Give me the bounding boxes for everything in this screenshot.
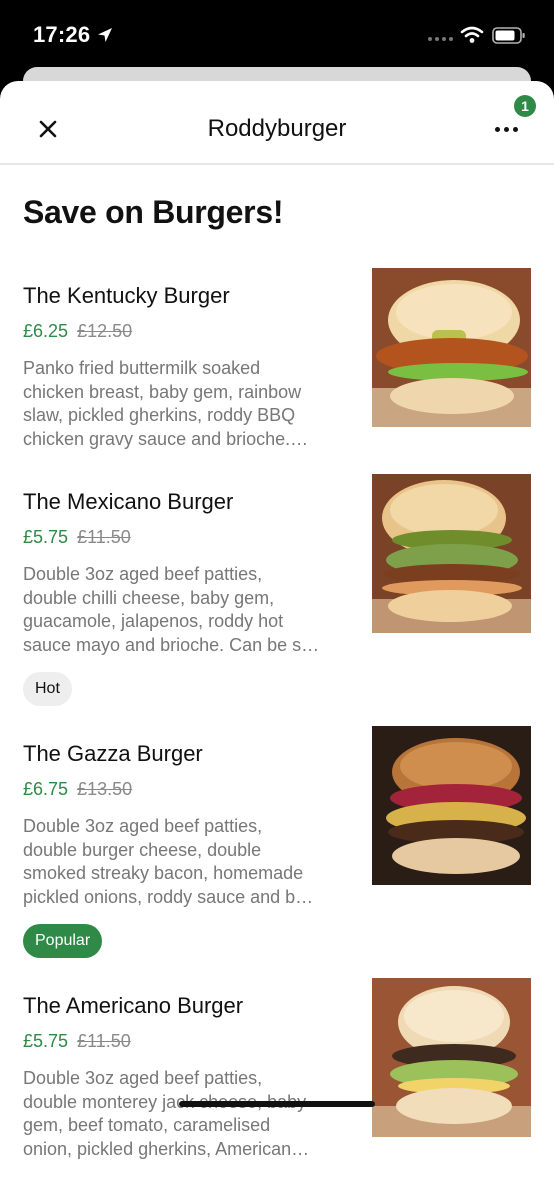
burger-photo[interactable] — [372, 474, 531, 633]
close-icon — [39, 120, 57, 138]
sale-price: £5.75 — [23, 527, 69, 547]
location-arrow-icon — [96, 26, 114, 49]
battery-icon — [492, 27, 526, 49]
sale-price: £6.75 — [23, 779, 69, 799]
item-name: The Gazza Burger — [23, 741, 203, 766]
item-price: £6.25 £12.50 — [23, 321, 132, 342]
section-title: Save on Burgers! — [23, 194, 284, 230]
store-sheet: Roddyburger 1 Save on Burgers! The Kentu… — [0, 81, 554, 1200]
item-price: £6.75 £13.50 — [23, 779, 132, 800]
original-price: £11.50 — [77, 527, 131, 547]
burger-photo[interactable] — [372, 268, 531, 427]
hot-badge: Hot — [23, 672, 72, 706]
popular-badge: Popular — [23, 924, 103, 958]
original-price: £11.50 — [77, 1031, 131, 1051]
more-horizontal-icon — [494, 126, 500, 132]
item-description: Double 3oz aged beef patties, double mon… — [23, 1068, 310, 1159]
item-name: The Mexicano Burger — [23, 489, 234, 514]
item-description: Double 3oz aged beef patties, double chi… — [23, 564, 320, 655]
original-price: £13.50 — [77, 779, 133, 799]
more-options-button[interactable] — [490, 121, 522, 137]
burger-photo[interactable] — [372, 726, 531, 885]
signal-dots-icon — [428, 37, 453, 41]
close-button[interactable] — [34, 115, 62, 143]
page-title: Roddyburger — [207, 115, 347, 142]
original-price: £12.50 — [77, 321, 133, 341]
sale-price: £5.75 — [23, 1031, 69, 1051]
status-time: 17:26 — [33, 22, 91, 47]
burger-photo[interactable] — [372, 978, 531, 1137]
home-indicator[interactable] — [179, 1101, 375, 1107]
cart-count-badge: 1 — [514, 95, 536, 117]
header: Roddyburger 1 — [0, 81, 554, 165]
item-description: Panko fried buttermilk soaked chicken br… — [23, 358, 309, 449]
item-price: £5.75 £11.50 — [23, 1031, 131, 1052]
sale-price: £6.25 — [23, 321, 69, 341]
item-description: Double 3oz aged beef patties, double bur… — [23, 816, 314, 907]
item-name: The Americano Burger — [23, 993, 244, 1018]
item-price: £5.75 £11.50 — [23, 527, 131, 548]
item-name: The Kentucky Burger — [23, 283, 230, 308]
status-bar: 17:26 — [0, 0, 554, 70]
wifi-icon — [460, 26, 484, 49]
